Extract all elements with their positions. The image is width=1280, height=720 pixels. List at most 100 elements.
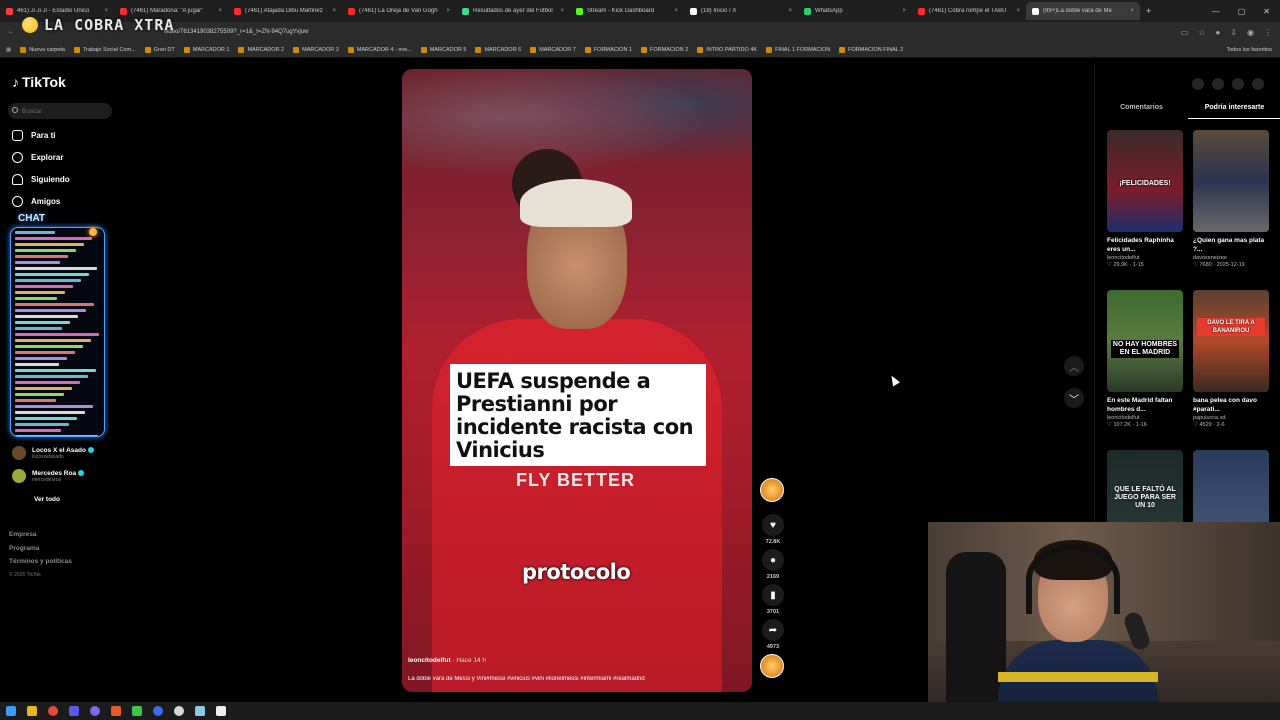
download-icon[interactable] <box>1232 78 1244 90</box>
tab-comments[interactable]: Comentarios <box>1095 102 1188 119</box>
app-icon[interactable] <box>174 706 184 716</box>
following-account[interactable]: Mercedes Roa mercedesroa <box>12 469 85 483</box>
nav-siguiendo[interactable]: Siguiendo <box>12 174 70 185</box>
browser-tab[interactable]: Stream - Kick Dashboard × <box>570 2 684 20</box>
tab-close-icon[interactable]: × <box>446 8 450 14</box>
browser-tab[interactable]: (7461) Atajada Dibu Martinez × <box>228 2 342 20</box>
app-icon[interactable] <box>69 706 79 716</box>
star-icon[interactable]: ☆ <box>1198 28 1205 37</box>
like-count: 72.8K <box>765 539 781 545</box>
chevron-down-icon[interactable]: ﹀ <box>1064 388 1084 408</box>
creator-avatar[interactable] <box>760 478 784 502</box>
tab-favicon-icon <box>1032 7 1039 15</box>
nav-explorar[interactable]: Explorar <box>12 152 63 163</box>
new-tab-icon[interactable]: + <box>1140 6 1157 16</box>
chevron-up-icon[interactable]: ︿ <box>1064 356 1084 376</box>
sound-avatar[interactable] <box>760 654 784 678</box>
tab-close-icon[interactable]: × <box>1016 8 1020 14</box>
bookmark-item[interactable]: Trabajo Social Com... <box>73 46 136 53</box>
close-window-icon[interactable]: ✕ <box>1263 7 1270 16</box>
browser-tab[interactable]: (18) Inicio / X × <box>684 2 798 20</box>
bookmark-item[interactable]: MARCADOR 5 <box>420 46 466 53</box>
video-card[interactable]: NO HAY HOMBRES EN EL MADRID En este Madr… <box>1107 290 1183 428</box>
bookmark-item[interactable]: FINAL 1 FORMACION <box>766 46 830 53</box>
tab-close-icon[interactable]: × <box>788 8 792 14</box>
extension-icon[interactable]: ● <box>1215 28 1220 37</box>
bookmark-icon[interactable]: ▮ <box>762 584 784 606</box>
bookmark-item[interactable]: Nueva carpeta <box>20 46 65 53</box>
share-action[interactable]: ➦ 4973 <box>760 619 786 650</box>
settings-icon[interactable] <box>1192 78 1204 90</box>
windows-start-icon[interactable] <box>6 706 16 716</box>
app-icon[interactable] <box>216 706 226 716</box>
comment-icon[interactable]: ● <box>762 549 784 571</box>
all-bookmarks[interactable]: Todos los favoritos <box>1226 47 1280 53</box>
browser-tab[interactable]: (7461) La Oreja de Van Gogh × <box>342 2 456 20</box>
video-card[interactable]: ¡FELICIDADES! Felicidades Raphinha eres … <box>1107 130 1183 268</box>
tab-close-icon[interactable]: × <box>104 8 108 14</box>
chrome-icon[interactable] <box>48 706 58 716</box>
bookmark-icon <box>697 46 704 53</box>
see-all-link[interactable]: Ver todo <box>34 496 60 503</box>
browser-tab[interactable]: Resultados de ayer del Fútbol × <box>456 2 570 20</box>
device-icon[interactable] <box>1212 78 1224 90</box>
tab-close-icon[interactable]: × <box>1130 8 1134 14</box>
app-icon[interactable] <box>90 706 100 716</box>
bookmark-item[interactable]: MARCADOR 2 <box>238 46 284 53</box>
nav-amigos[interactable]: Amigos <box>12 196 60 207</box>
nav-para-ti[interactable]: Para ti <box>12 130 55 141</box>
footer-link[interactable]: Empresa <box>9 528 72 542</box>
video-author[interactable]: leoncitodelfut · Hace 14 h <box>408 657 486 664</box>
tiktok-logo[interactable]: ♪ TikTok <box>12 74 66 90</box>
minimize-icon[interactable]: — <box>1212 7 1220 16</box>
heart-icon[interactable]: ♥ <box>762 514 784 536</box>
bookmark-item[interactable]: FORMACION FINAL 2 <box>839 46 903 53</box>
browser-tab[interactable]: (7461) Cobra rompe el TABÚ × <box>912 2 1026 20</box>
tab-close-icon[interactable]: × <box>902 8 906 14</box>
profile-icon[interactable]: ◉ <box>1247 28 1254 37</box>
bookmark-item[interactable]: MARCADOR 6 <box>475 46 521 53</box>
tab-recommended[interactable]: Podría interesarte <box>1188 102 1280 119</box>
video-card[interactable]: ¿Quien gana mas plata ?... davoxeneizee … <box>1193 130 1269 268</box>
maximize-icon[interactable]: ▢ <box>1238 7 1246 16</box>
browser-tab[interactable]: (99+)La doble vara de Me × <box>1026 2 1140 20</box>
search-input[interactable]: Buscar <box>8 103 112 119</box>
apps-icon[interactable]: ▦ <box>6 47 11 53</box>
profile-avatar[interactable] <box>1252 78 1264 90</box>
tab-title: (18) Inicio / X <box>701 8 737 14</box>
bookmark-item[interactable]: MARCADOR 1 <box>183 46 229 53</box>
app-icon[interactable] <box>132 706 142 716</box>
tab-close-icon[interactable]: × <box>560 8 564 14</box>
following-account[interactable]: Locos X el Asado locosxelasado <box>12 446 94 460</box>
footer-link[interactable]: Programa <box>9 542 72 556</box>
cast-icon[interactable]: ▭ <box>1181 28 1189 37</box>
download-icon[interactable]: ⇩ <box>1230 28 1237 37</box>
save-action[interactable]: ▮ 3701 <box>760 584 786 615</box>
browser-tab[interactable]: WhatsApp × <box>798 2 912 20</box>
video-card[interactable]: DAVO LE TIRA A BANANIROU bana pelea con … <box>1193 290 1269 428</box>
comment-action[interactable]: ● 2169 <box>760 549 786 580</box>
chat-message-line <box>15 423 69 426</box>
bookmark-item[interactable]: FORMACION 1 <box>584 46 632 53</box>
bookmark-item[interactable]: Gran DT <box>144 46 175 53</box>
footer-link[interactable]: Términos y políticas <box>9 555 72 569</box>
menu-icon[interactable]: ⋮ <box>1264 28 1272 37</box>
file-explorer-icon[interactable] <box>27 706 37 716</box>
tab-close-icon[interactable]: × <box>332 8 336 14</box>
verified-icon <box>87 446 94 453</box>
app-icon[interactable] <box>111 706 121 716</box>
back-icon[interactable]: ← <box>8 29 14 35</box>
bookmark-item[interactable]: INTRO PARTIDO 4K <box>697 46 757 53</box>
bookmark-item[interactable]: FORMACION 2 <box>641 46 688 53</box>
app-icon[interactable] <box>195 706 205 716</box>
like-action[interactable]: ♥ 72.8K <box>760 514 786 545</box>
bookmark-item[interactable]: MARCADOR 7 <box>530 46 576 53</box>
webcam-overlay <box>928 522 1280 720</box>
tab-close-icon[interactable]: × <box>674 8 678 14</box>
app-icon[interactable] <box>153 706 163 716</box>
bookmark-item[interactable]: MARCADOR 3 <box>293 46 339 53</box>
tab-close-icon[interactable]: × <box>218 8 222 14</box>
url-field[interactable]: video/7613419038275509?_r=1&_t=ZN-94Q7ug… <box>164 29 308 35</box>
bookmark-item[interactable]: MARCADOR 4 - ove... <box>347 46 412 53</box>
share-icon[interactable]: ➦ <box>762 619 784 641</box>
